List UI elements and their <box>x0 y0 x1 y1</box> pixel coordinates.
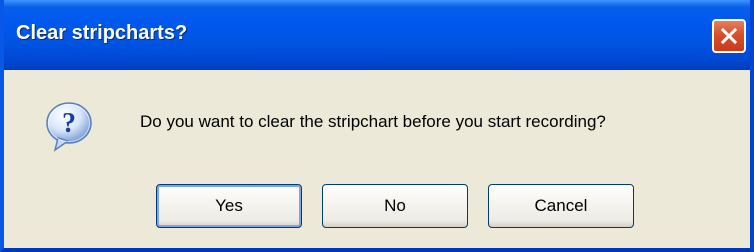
dialog-message: Do you want to clear the stripchart befo… <box>140 112 606 131</box>
close-button[interactable] <box>712 19 746 53</box>
title-bar[interactable]: Clear stripcharts? <box>4 0 750 70</box>
dialog-title: Clear stripcharts? <box>16 22 188 44</box>
dialog-window: Clear stripcharts? ? Do you want to clea… <box>0 0 754 252</box>
close-icon <box>721 28 737 44</box>
cancel-button[interactable]: Cancel <box>488 184 634 228</box>
no-button[interactable]: No <box>322 184 468 228</box>
yes-button[interactable]: Yes <box>156 184 302 228</box>
svg-text:?: ? <box>62 108 76 139</box>
question-icon: ? <box>46 102 92 152</box>
